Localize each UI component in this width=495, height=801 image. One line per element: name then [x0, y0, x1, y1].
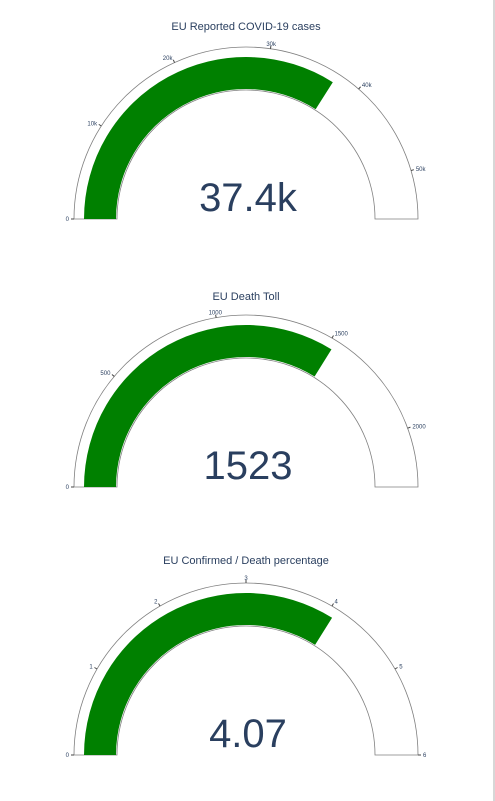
gauge-tick-mark: [331, 603, 334, 607]
gauge-title-cases: EU Reported COVID-19 cases: [171, 21, 321, 33]
gauge-tick-label: 6: [423, 753, 427, 759]
gauge-tick-label: 30k: [266, 42, 277, 48]
gauge-tick-label: 1000: [209, 311, 223, 317]
gauge-value-deaths: 1523: [204, 444, 293, 488]
gauge-charts: EU Reported COVID-19 cases 0 10k 20k 30k 40k…: [66, 21, 427, 759]
gauge-title-percentage: EU Confirmed / Death percentage: [163, 555, 329, 567]
gauge-tick-label: 2000: [412, 424, 426, 430]
gauge-tick-label: 20k: [163, 56, 174, 62]
gauge-tick-mark: [358, 86, 361, 90]
gauge-tick-label: 0: [66, 485, 70, 491]
gauge-tick-label: 2: [154, 600, 158, 606]
gauge-tick-mark: [410, 169, 415, 172]
gauge-tick-label: 500: [100, 371, 111, 377]
gauge-value-cases: 37.4k: [199, 176, 298, 220]
gauge-tick-mark: [172, 59, 176, 63]
gauge-tick-mark: [394, 667, 398, 670]
gauge-tick-label: 3: [244, 576, 248, 582]
gauge-tick-label: 40k: [362, 83, 373, 89]
gauge-tick-mark: [111, 374, 115, 377]
gauge-percentage: EU Confirmed / Death percentage 0123456 …: [66, 555, 427, 759]
gauge-tick-mark: [98, 123, 102, 127]
gauge-value-percentage: 4.07: [209, 712, 287, 756]
gauge-tick-label: 1500: [335, 332, 349, 338]
gauge-tick-label: 50k: [416, 167, 427, 173]
gauge-tick-label: 0: [66, 217, 70, 223]
gauge-bar-percentage: [84, 592, 333, 755]
gauge-tick-label: 0: [66, 753, 70, 759]
gauge-title-deaths: EU Death Toll: [212, 291, 279, 303]
gauge-tick-mark: [331, 335, 334, 339]
gauge-tick-label: 1: [89, 665, 93, 671]
gauge-tick-label: 4: [335, 600, 339, 606]
gauge-tick-mark: [407, 426, 411, 429]
gauge-tick-label: 5: [399, 665, 403, 671]
gauge-tick-mark: [158, 603, 161, 607]
gauge-tick-label: 10k: [87, 121, 98, 127]
gauge-tick-mark: [94, 667, 98, 670]
gauge-cases: EU Reported COVID-19 cases 0 10k 20k 30k 40k…: [66, 21, 427, 223]
gauge-deaths: EU Death Toll 0 500 1000 1500 2000 1523: [66, 291, 427, 491]
